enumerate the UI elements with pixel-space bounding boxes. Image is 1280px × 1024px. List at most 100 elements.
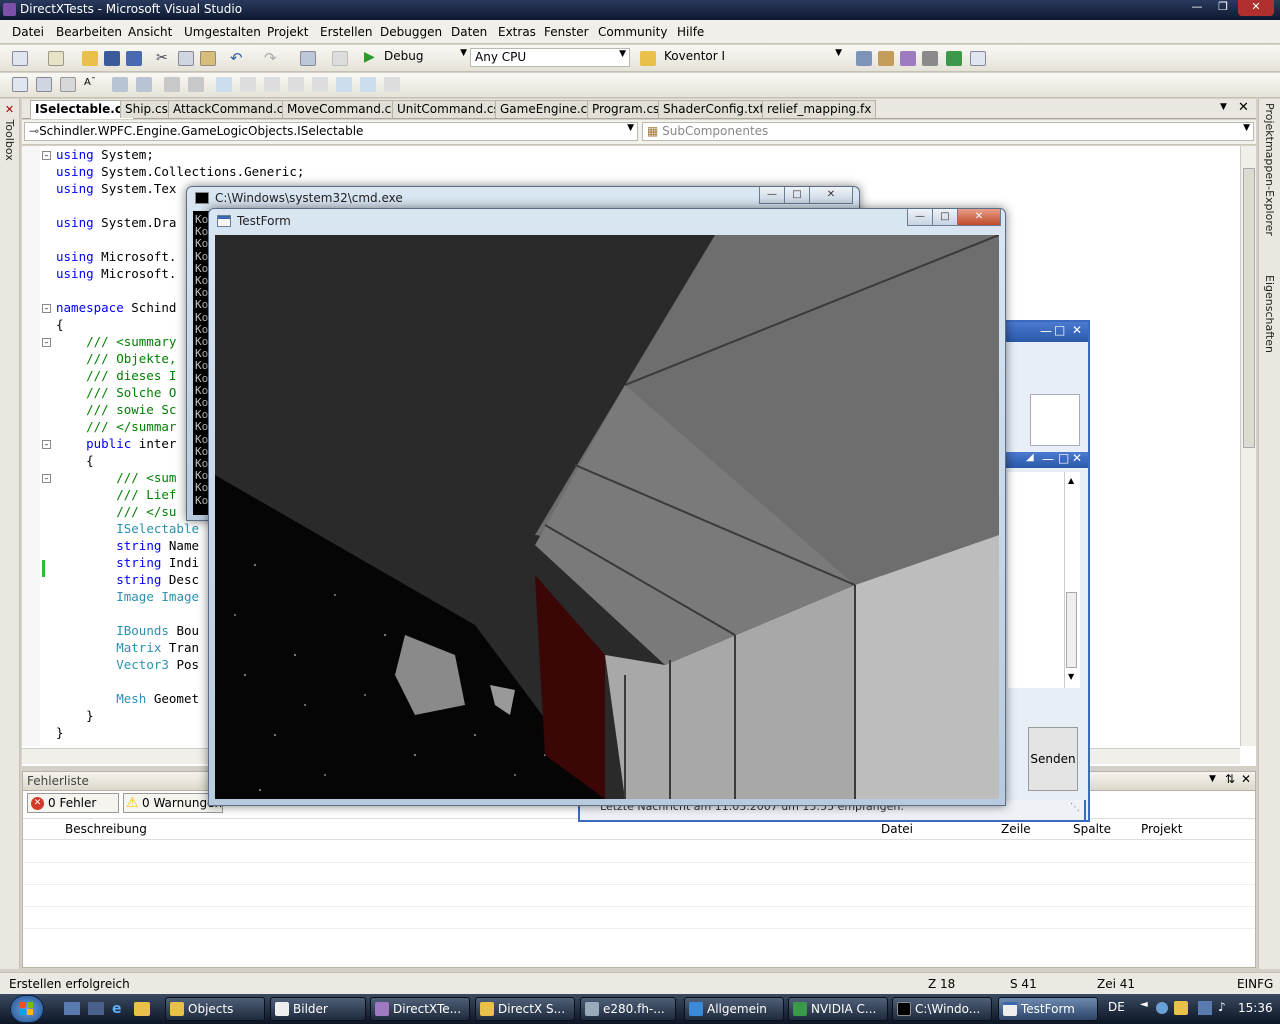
close-document-icon[interactable]: ✕ — [1238, 100, 1249, 115]
close-button[interactable]: ✕ — [957, 209, 1001, 226]
taskbar-directx-sdk[interactable]: DirectX S... — [475, 997, 575, 1021]
find-in-files-icon[interactable] — [640, 51, 656, 66]
copy-icon[interactable] — [178, 51, 194, 66]
taskbar-allgemein[interactable]: Allgemein — [684, 997, 784, 1021]
column-projekt[interactable]: Projekt — [1141, 822, 1182, 836]
save-icon[interactable] — [104, 51, 120, 66]
redo-icon[interactable]: ↷ — [264, 49, 280, 67]
scroll-up-icon[interactable]: ▲ — [1068, 476, 1074, 485]
type-combo[interactable]: ⊸Schindler.WPFC.Engine.GameLogicObjects.… — [24, 122, 638, 141]
menu-community[interactable]: Community — [598, 25, 667, 39]
tab-shaderconfig[interactable]: ShaderConfig.txt — [658, 100, 770, 118]
minimize-button[interactable]: — — [1184, 0, 1210, 16]
start-page-icon[interactable] — [946, 51, 962, 66]
errors-filter-button[interactable]: ✕ 0 Fehler — [27, 793, 119, 813]
menu-ansicht[interactable]: Ansicht — [128, 25, 172, 39]
tab-program[interactable]: Program.cs — [587, 100, 665, 118]
tab-unitcommand[interactable]: UnitCommand.cs — [392, 100, 505, 118]
next-bookmark-icon[interactable] — [264, 77, 280, 92]
member-list-icon[interactable] — [12, 77, 28, 92]
volume-icon[interactable]: ♪ — [1218, 1000, 1226, 1014]
prev-bookmark-icon[interactable] — [240, 77, 256, 92]
outdent-icon[interactable] — [112, 77, 128, 92]
taskbar-nvidia[interactable]: NVIDIA C... — [788, 997, 888, 1021]
column-beschreibung[interactable]: Beschreibung — [65, 822, 147, 836]
speaker-icon[interactable]: ◢ — [1026, 452, 1034, 463]
menu-datei[interactable]: Datei — [12, 25, 44, 39]
maximize-button[interactable]: □ — [784, 187, 810, 204]
column-spalte[interactable]: Spalte — [1073, 822, 1111, 836]
show-tray-icon[interactable]: ◄ — [1140, 999, 1148, 1010]
start-debug-icon[interactable]: ▶ — [364, 49, 380, 65]
taskbar-directxtests[interactable]: DirectXTe... — [370, 997, 470, 1021]
member-combo[interactable]: ▦ SubComponentes ▼ — [642, 122, 1254, 141]
menu-debuggen[interactable]: Debuggen — [380, 25, 442, 39]
tab-list-icon[interactable]: ▼ — [1220, 102, 1227, 112]
prev-bookmark-folder-icon[interactable] — [288, 77, 304, 92]
column-datei[interactable]: Datei — [881, 822, 913, 836]
close-panel-icon[interactable]: ✕ — [1241, 772, 1251, 786]
properties-icon[interactable] — [878, 51, 894, 66]
properties-tab[interactable]: Eigenschaften — [1263, 275, 1276, 353]
menu-projekt[interactable]: Projekt — [267, 25, 308, 39]
chat-subpanel-bar[interactable]: ◢ — □ ✕ — [1002, 451, 1088, 468]
scrollbar-thumb[interactable] — [1243, 168, 1255, 448]
fold-toggle[interactable]: – — [42, 338, 51, 347]
menu-bearbeiten[interactable]: Bearbeiten — [56, 25, 122, 39]
minimize-button[interactable]: — — [907, 209, 933, 226]
tab-movecommand[interactable]: MoveCommand.cs — [282, 100, 403, 118]
comment-icon[interactable] — [164, 77, 180, 92]
solution-explorer-tab[interactable]: Projektmappen-Explorer — [1263, 103, 1276, 236]
tray-app-icon[interactable] — [1174, 1001, 1188, 1015]
minimize-icon[interactable]: — — [1040, 324, 1052, 338]
tab-relief-mapping[interactable]: relief_mapping.fx — [762, 100, 877, 118]
taskbar-bilder[interactable]: Bilder — [270, 997, 366, 1021]
language-indicator[interactable]: DE — [1108, 1000, 1125, 1014]
scrollbar-thumb[interactable] — [1066, 592, 1077, 668]
menu-umgestalten[interactable]: Umgestalten — [184, 25, 261, 39]
open-file-icon[interactable] — [82, 51, 98, 66]
fold-toggle[interactable]: – — [42, 440, 51, 449]
config-combo[interactable]: Debug ▼ — [380, 48, 470, 67]
chat-scrollbar[interactable]: ▲ ▼ — [1064, 472, 1078, 688]
navigate-forward-icon[interactable] — [332, 51, 348, 66]
vertical-scrollbar[interactable] — [1240, 146, 1256, 746]
tab-attackcommand[interactable]: AttackCommand.cs — [168, 100, 295, 118]
show-desktop-icon[interactable] — [64, 1002, 80, 1015]
close-icon[interactable]: ✕ — [1072, 323, 1082, 337]
internet-explorer-icon[interactable]: e — [112, 1001, 122, 1017]
paste-icon[interactable] — [200, 51, 216, 66]
solution-explorer-icon[interactable] — [856, 51, 872, 66]
network-icon[interactable] — [1156, 1002, 1168, 1014]
object-browser-icon[interactable] — [900, 51, 916, 66]
taskbar-e280[interactable]: e280.fh-... — [580, 997, 676, 1021]
close-button[interactable]: ✕ — [809, 187, 853, 204]
navigate-icon[interactable] — [300, 51, 316, 66]
menu-erstellen[interactable]: Erstellen — [320, 25, 373, 39]
resize-grip-icon[interactable]: ⋱ — [1070, 802, 1080, 813]
toolbox-icon[interactable] — [922, 51, 938, 66]
window-icon[interactable] — [970, 51, 986, 66]
menu-hilfe[interactable]: Hilfe — [677, 25, 704, 39]
vs-title-bar[interactable]: DirectXTests - Microsoft Visual Studio —… — [0, 0, 1280, 20]
tab-gameengine[interactable]: GameEngine.cs — [495, 100, 599, 118]
new-project-icon[interactable] — [12, 51, 28, 66]
directx-viewport[interactable] — [215, 235, 999, 799]
minimize-button[interactable]: — — [759, 187, 785, 204]
fold-toggle[interactable]: – — [42, 304, 51, 313]
parameter-info-icon[interactable] — [36, 77, 52, 92]
clock[interactable]: 15:36 — [1238, 1001, 1273, 1015]
switch-windows-icon[interactable] — [88, 1002, 104, 1015]
chat-history[interactable]: ▲ ▼ — [1008, 472, 1080, 688]
clear-bookmarks-icon[interactable] — [384, 77, 400, 92]
project-combo[interactable]: Koventor I ▼ — [660, 48, 845, 67]
menu-daten[interactable]: Daten — [451, 25, 487, 39]
toolbox-tab[interactable]: ✕ Toolbox — [3, 103, 16, 161]
taskbar-cmd[interactable]: C:\Windo... — [892, 997, 992, 1021]
scroll-down-icon[interactable]: ▼ — [1068, 672, 1074, 681]
maximize-icon[interactable]: □ — [1054, 323, 1065, 337]
save-all-icon[interactable] — [126, 51, 142, 66]
taskbar-testform[interactable]: TestForm — [998, 997, 1098, 1021]
column-zeile[interactable]: Zeile — [1001, 822, 1031, 836]
panel-menu-icon[interactable]: ▼ — [1209, 774, 1216, 784]
